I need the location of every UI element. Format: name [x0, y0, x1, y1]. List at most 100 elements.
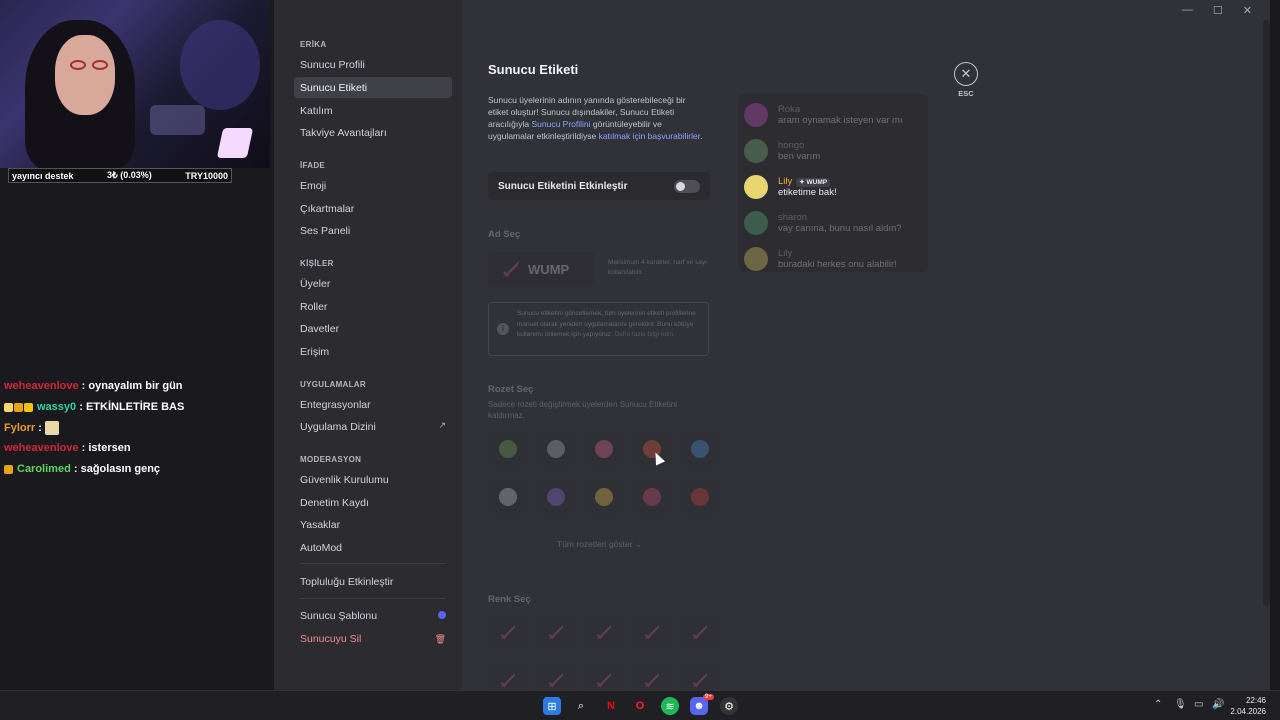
badge-option[interactable]	[488, 429, 528, 469]
chat-text: ETKİNLETİRE BAS	[85, 401, 185, 414]
badge-option[interactable]	[680, 429, 720, 469]
chat-badge-icon	[4, 402, 13, 412]
search-icon[interactable]: ⌕	[572, 697, 590, 715]
sidebar-item-label: Katılım	[300, 104, 333, 117]
sidebar-item[interactable]: Yasaklar	[294, 514, 452, 535]
minimize-icon[interactable]: —	[1182, 4, 1193, 17]
microphone-icon[interactable]: 🎙	[1174, 699, 1187, 710]
sidebar-item[interactable]: Erişim	[294, 341, 452, 362]
badge-hint: Sadece rozeti değiştirmek üyelerden Sunu…	[488, 400, 677, 420]
server-profile-link[interactable]: Sunucu Profilini	[531, 119, 590, 129]
chat-message: weheavenlove : oynayalım bir gün	[4, 380, 183, 393]
badge-icon	[499, 488, 517, 506]
sidebar-item-template[interactable]: Sunucu Şablonu	[294, 605, 452, 626]
badge-option[interactable]	[584, 477, 624, 517]
badge-icon	[595, 488, 613, 506]
badge-option[interactable]	[488, 477, 528, 517]
chat-badge-icon	[24, 402, 33, 412]
donation-goal-bar: yayıncı destek 3₺ (0.03%) TRY10000	[8, 168, 232, 183]
close-settings-button[interactable]: ✕ ESC	[954, 62, 978, 98]
close-window-icon[interactable]: ✕	[1243, 4, 1252, 17]
preview-message: Roka aram oynamak isteyen var mı	[744, 98, 903, 132]
badge-icon	[595, 440, 613, 458]
start-icon[interactable]: ⊞	[543, 697, 561, 715]
maximize-icon[interactable]: ☐	[1213, 4, 1223, 17]
preview-message: hongo ben varım	[744, 134, 820, 168]
sidebar-item-label: Sunucu Şablonu	[300, 609, 378, 622]
opera-icon[interactable]: O	[631, 697, 649, 715]
trash-icon: 🗑	[434, 634, 446, 644]
sidebar-item[interactable]: Ses Paneli	[294, 220, 452, 241]
badge-option[interactable]	[536, 429, 576, 469]
color-option[interactable]	[632, 612, 672, 652]
sidebar-item-label: Ses Paneli	[300, 224, 351, 237]
color-option[interactable]	[536, 612, 576, 652]
sidebar-item[interactable]: Üyeler	[294, 273, 452, 294]
sidebar-item[interactable]: Sunucu Etiketi	[294, 77, 452, 98]
color-option[interactable]	[680, 612, 720, 652]
badge-option[interactable]	[632, 429, 672, 469]
preview-username: hongo	[778, 140, 805, 151]
sidebar-item[interactable]: Katılım	[294, 100, 452, 121]
display-icon[interactable]: ▭	[1194, 699, 1203, 710]
clock[interactable]: 22:46 2.04.2026	[1230, 695, 1266, 717]
sidebar-item[interactable]: Sunucu Profili	[294, 54, 452, 75]
badge-option[interactable]	[680, 477, 720, 517]
external-link-icon: ↗	[438, 420, 446, 430]
sword-icon	[503, 261, 519, 277]
sidebar-item-label: Denetim Kaydı	[300, 496, 369, 509]
sidebar-item[interactable]: Emoji	[294, 175, 452, 196]
sidebar-item[interactable]: Çıkartmalar	[294, 198, 452, 219]
sidebar-item-label: Entegrasyonlar	[300, 398, 371, 411]
preview-text: buradaki herkes onu alabilir!	[778, 259, 897, 270]
settings-sidebar: ERİKA Sunucu Profili Sunucu Etiketi Katılım…	[274, 0, 462, 690]
sidebar-item[interactable]: Uygulama Dizini ↗	[294, 416, 452, 437]
badge-option[interactable]	[584, 429, 624, 469]
learn-more-link[interactable]: Daha fazla bilgi edin.	[615, 331, 675, 338]
sidebar-item-label: Davetler	[300, 322, 340, 335]
badge-option[interactable]	[632, 477, 672, 517]
badge-icon	[643, 488, 661, 506]
sword-icon	[548, 624, 564, 640]
tag-name-value: WUMP	[528, 261, 570, 277]
sidebar-item-delete[interactable]: Sunucuyu Sil 🗑	[294, 628, 452, 649]
sidebar-section-head: UYGULAMALAR	[300, 380, 366, 389]
preview-text: ben varım	[778, 151, 821, 162]
name-label: Ad Seç	[488, 229, 521, 240]
sidebar-item[interactable]: Güvenlik Kurulumu	[294, 469, 452, 490]
preview-message: Lily buradaki herkes onu alabilir!	[744, 242, 897, 276]
app-icon[interactable]: ⚙	[720, 697, 738, 715]
spotify-icon[interactable]: ≋	[661, 697, 679, 715]
chat-emote-icon	[44, 420, 59, 435]
sidebar-item[interactable]: Davetler	[294, 318, 452, 339]
badge-option[interactable]	[536, 477, 576, 517]
sidebar-item-label: Takviye Avantajları	[300, 126, 387, 139]
badge-icon	[691, 440, 709, 458]
badge-icon	[691, 488, 709, 506]
sidebar-item[interactable]: AutoMod	[294, 537, 452, 558]
color-option[interactable]	[584, 612, 624, 652]
preview-message: sharon vay canına, bunu nasıl aldın?	[744, 206, 902, 240]
color-option[interactable]	[488, 612, 528, 652]
netflix-icon[interactable]: N	[602, 697, 620, 715]
sidebar-item[interactable]: Denetim Kaydı	[294, 492, 452, 513]
enable-tag-toggle[interactable]	[674, 179, 700, 193]
tag-name-input[interactable]: WUMP	[488, 252, 595, 286]
tray-chevron-icon[interactable]: ⌃	[1154, 699, 1162, 710]
sidebar-item-label: Emoji	[300, 179, 327, 192]
show-all-badges-button[interactable]: Tüm rozetleri göster ⌄	[557, 539, 642, 550]
close-icon: ✕	[954, 62, 978, 86]
sidebar-item-community[interactable]: Topluluğu Etkinleştir	[294, 571, 452, 592]
volume-icon[interactable]: 🔊	[1212, 699, 1224, 710]
sidebar-item-label: Yasaklar	[300, 518, 341, 531]
scrollbar[interactable]	[1263, 20, 1270, 606]
chat-username: weheavenlove	[4, 380, 79, 393]
sword-icon	[692, 624, 708, 640]
sidebar-item[interactable]: Entegrasyonlar	[294, 394, 452, 415]
sidebar-item-label: AutoMod	[300, 541, 343, 554]
apply-link[interactable]: katılmak için başvurabilirler	[599, 131, 701, 141]
window-controls: — ☐ ✕	[1182, 4, 1252, 17]
sidebar-item[interactable]: Takviye Avantajları	[294, 122, 452, 143]
discord-badge: 9+	[703, 694, 714, 700]
sidebar-item[interactable]: Roller	[294, 296, 452, 317]
